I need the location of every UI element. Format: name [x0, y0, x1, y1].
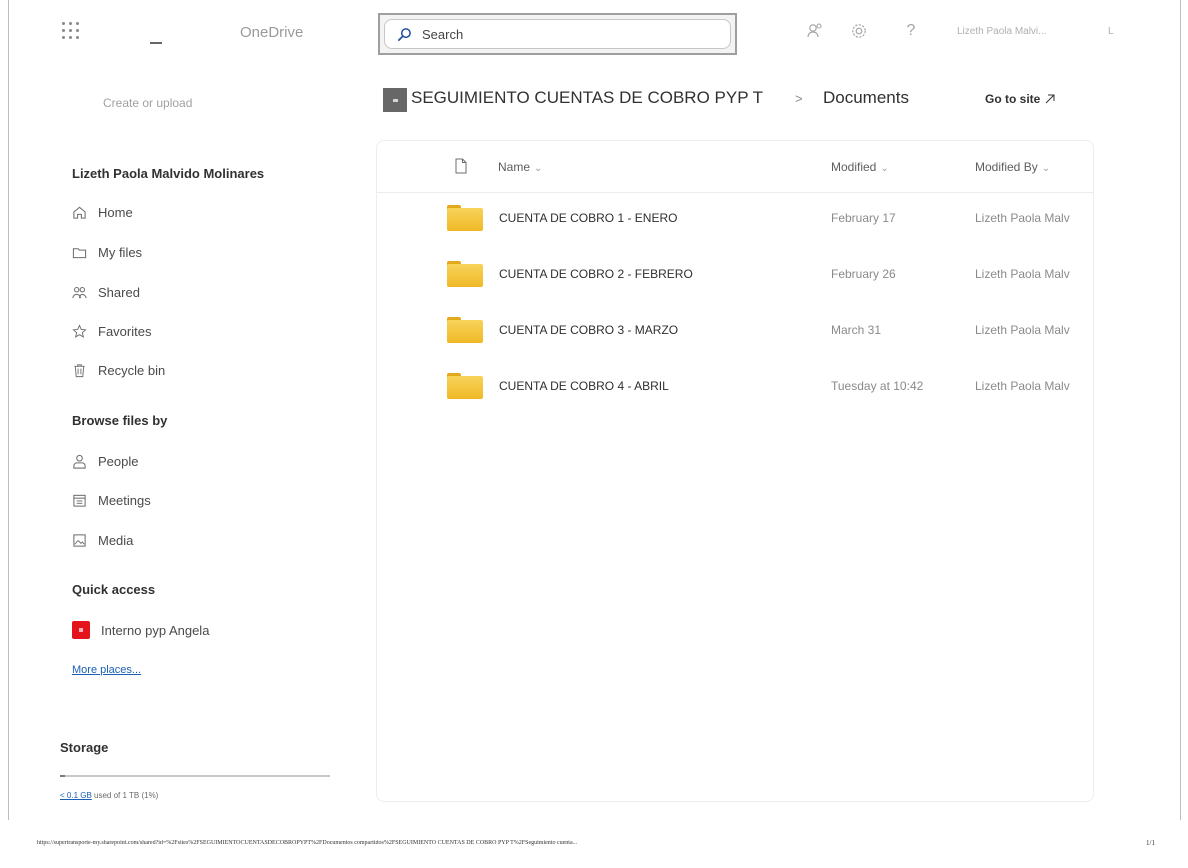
- chevron-down-icon: ⌄: [1041, 163, 1051, 174]
- quick-access-header: Quick access: [72, 582, 156, 597]
- trash-icon: [72, 363, 87, 378]
- app-name[interactable]: OneDrive: [240, 24, 303, 41]
- site-logo-icon: [383, 88, 407, 112]
- modified-date: February 17: [831, 211, 896, 225]
- nav-item-label: Meetings: [98, 492, 151, 508]
- modified-date: March 31: [831, 323, 882, 337]
- site-badge-icon: [72, 621, 90, 639]
- nav-item-label: Home: [98, 204, 133, 220]
- avatar[interactable]: L: [1108, 26, 1114, 37]
- page-frame: OneDrive Search ? Lizeth Paola Malvi... …: [0, 0, 1188, 868]
- go-to-site-label: Go to site: [985, 92, 1041, 106]
- calendar-icon: [72, 493, 87, 508]
- home-icon: [72, 205, 87, 220]
- nav-item-label: Shared: [98, 284, 140, 300]
- image-icon: [72, 533, 87, 548]
- more-places-link[interactable]: More places...: [72, 664, 141, 676]
- browse-files-header: Browse files by: [72, 413, 168, 428]
- nav-item-media[interactable]: Media: [72, 530, 133, 550]
- chevron-down-icon: ⌄: [534, 163, 543, 174]
- breadcrumb-current: Documents: [823, 88, 909, 107]
- nav-item-home[interactable]: Home: [72, 202, 133, 222]
- people-icon: [72, 285, 87, 300]
- nav-item-label: People: [98, 453, 139, 469]
- modified-by: Lizeth Paola Malv: [975, 379, 1070, 393]
- settings-gear-icon[interactable]: [850, 22, 868, 40]
- quick-access-label: Interno pyp Angela: [101, 622, 210, 638]
- search-icon: [398, 27, 411, 41]
- storage-title: Storage: [60, 740, 109, 755]
- frame-border-right: [1180, 0, 1181, 820]
- nav-item-shared[interactable]: Shared: [72, 282, 140, 302]
- share-people-icon[interactable]: [806, 22, 824, 40]
- modified-by: Lizeth Paola Malv: [975, 211, 1070, 225]
- star-icon: [72, 323, 87, 339]
- file-name[interactable]: CUENTA DE COBRO 2 - FEBRERO: [499, 267, 693, 281]
- file-list: Name ⌄ Modified ⌄ Modified By ⌄ CUENTA DE C…: [376, 140, 1094, 802]
- file-list-header: Name ⌄ Modified ⌄ Modified By ⌄: [377, 141, 1093, 193]
- table-row[interactable]: CUENTA DE COBRO 4 - ABRIL Tuesday at 10:…: [377, 363, 1093, 411]
- modified-by: Lizeth Paola Malv: [975, 323, 1070, 337]
- storage-used-link[interactable]: < 0.1 GB: [60, 791, 92, 800]
- storage-progress-fill: [60, 775, 66, 777]
- breadcrumb-site[interactable]: SEGUIMIENTO CUENTAS DE COBRO PYP T: [411, 88, 763, 108]
- search-input[interactable]: Search: [384, 19, 731, 49]
- modified-date: Tuesday at 10:42: [831, 379, 924, 393]
- frame-border-left: [8, 0, 9, 820]
- table-row[interactable]: CUENTA DE COBRO 3 - MARZO March 31 Lizet…: [377, 307, 1093, 355]
- app-launcher-icon[interactable]: [62, 22, 80, 40]
- column-header-label: Modified By: [975, 160, 1038, 174]
- nav-item-people[interactable]: People: [72, 451, 138, 471]
- column-header-label: Modified: [831, 160, 877, 174]
- nav-item-recycle-bin[interactable]: Recycle bin: [72, 360, 165, 380]
- nav-item-label: Media: [98, 532, 134, 548]
- print-page-count: 1/1: [1146, 839, 1155, 847]
- nav-item-meetings[interactable]: Meetings: [72, 490, 151, 510]
- create-or-upload-button[interactable]: Create or upload: [103, 96, 192, 110]
- person-icon: [72, 454, 87, 469]
- folder-icon: [447, 373, 483, 399]
- storage-usage: < 0.1 GB used of 1 TB (1%): [60, 791, 158, 800]
- nav-user-header: Lizeth Paola Malvido Molinares: [72, 166, 265, 181]
- column-header-modified-by[interactable]: Modified By ⌄: [975, 160, 1050, 174]
- file-name[interactable]: CUENTA DE COBRO 3 - MARZO: [499, 323, 678, 337]
- column-header-modified[interactable]: Modified ⌄: [831, 160, 889, 174]
- nav-item-label: Recycle bin: [98, 362, 166, 378]
- help-question-icon[interactable]: ?: [902, 22, 920, 40]
- column-header-label: Name: [498, 160, 531, 174]
- folder-icon: [72, 245, 87, 260]
- breadcrumb-separator: >: [795, 91, 803, 106]
- modified-date: February 26: [831, 267, 896, 281]
- logo-mark: [150, 42, 162, 44]
- file-name[interactable]: CUENTA DE COBRO 4 - ABRIL: [499, 379, 669, 393]
- folder-icon: [447, 205, 483, 231]
- user-name[interactable]: Lizeth Paola Malvi...: [957, 26, 1047, 37]
- file-type-icon[interactable]: [455, 158, 467, 174]
- file-name[interactable]: CUENTA DE COBRO 1 - ENERO: [499, 211, 677, 225]
- nav-item-label: My files: [98, 244, 143, 260]
- search-placeholder: Search: [422, 26, 464, 42]
- chevron-down-icon: ⌄: [880, 163, 889, 174]
- go-to-site-link[interactable]: Go to site: [985, 92, 1056, 106]
- external-arrow-icon: [1045, 94, 1055, 104]
- modified-by: Lizeth Paola Malv: [975, 267, 1070, 281]
- nav-item-favorites[interactable]: Favorites: [72, 321, 151, 341]
- folder-icon: [447, 317, 483, 343]
- nav-item-my-files[interactable]: My files: [72, 242, 142, 262]
- storage-progress-bar: [60, 775, 330, 777]
- folder-icon: [447, 261, 483, 287]
- storage-used-text: used of 1 TB (1%): [91, 791, 159, 800]
- table-row[interactable]: CUENTA DE COBRO 2 - FEBRERO February 26 …: [377, 251, 1093, 299]
- nav-item-label: Favorites: [98, 323, 152, 339]
- search-box[interactable]: Search: [378, 13, 737, 55]
- table-row[interactable]: CUENTA DE COBRO 1 - ENERO February 17 Li…: [377, 195, 1093, 243]
- column-header-name[interactable]: Name ⌄: [498, 160, 542, 174]
- print-footer-url: https://supertransporte-my.sharepoint.co…: [37, 840, 578, 846]
- quick-access-item[interactable]: Interno pyp Angela: [72, 620, 209, 640]
